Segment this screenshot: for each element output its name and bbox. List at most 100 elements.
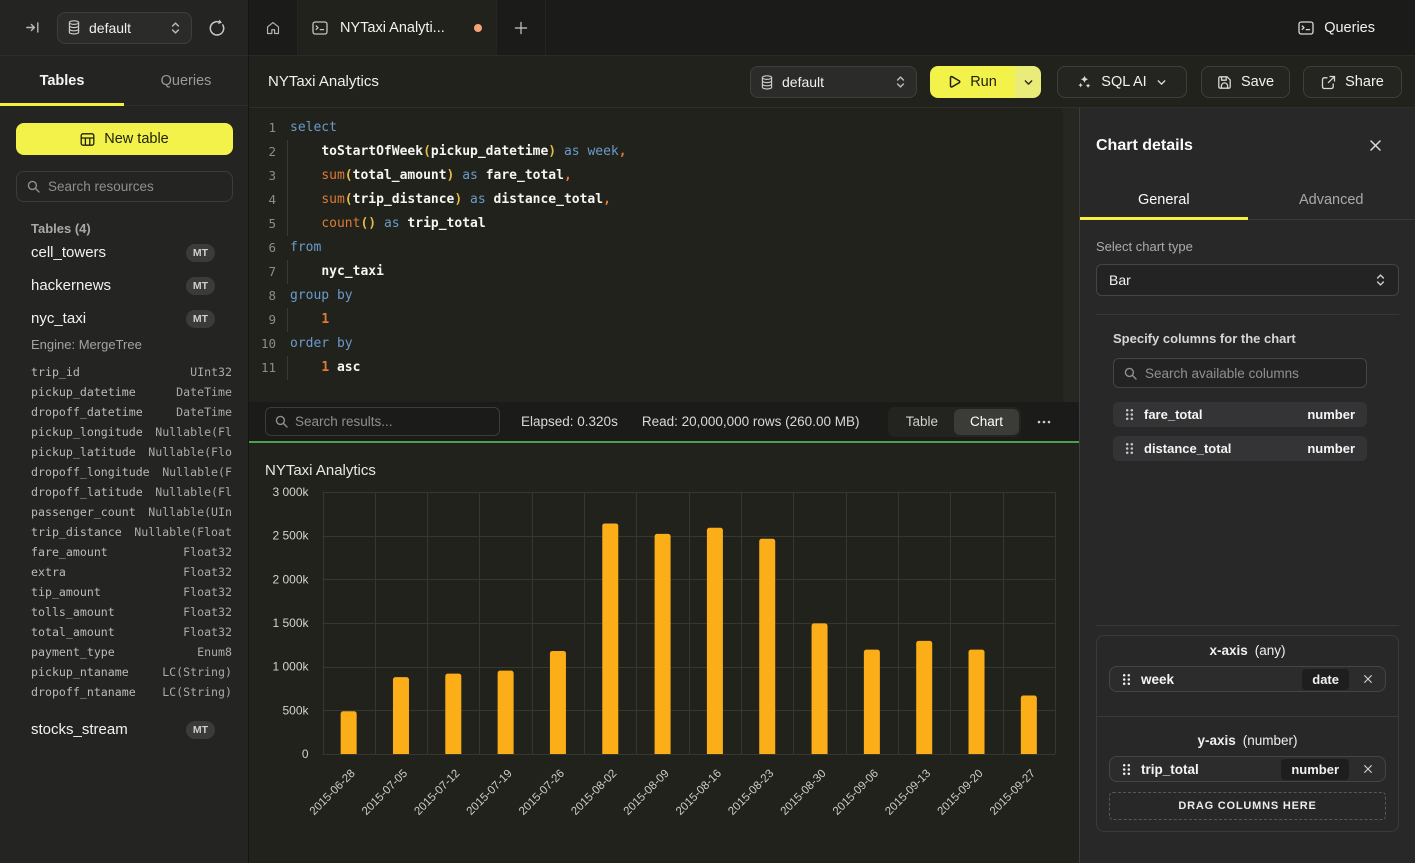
code-text: from (276, 236, 321, 260)
remove-field-icon[interactable] (1363, 764, 1373, 774)
code-text: 1 asc (276, 356, 360, 380)
code-token (329, 360, 337, 375)
line-number: 2 (249, 140, 276, 164)
save-button[interactable]: Save (1201, 66, 1290, 98)
line-number: 5 (249, 212, 276, 236)
home-tab[interactable] (249, 0, 298, 55)
table-item-nyc_taxi[interactable]: nyc_taxiMT (0, 302, 248, 335)
column-type: Float32 (183, 585, 232, 599)
column-name: tip_amount (31, 585, 101, 599)
x-axis-field-week[interactable]: weekdate (1109, 666, 1386, 692)
sql-console-app: default NYTaxi Analyti... Queries Tables… (0, 0, 1415, 863)
close-icon[interactable] (1369, 139, 1382, 152)
chart-title: NYTaxi Analytics (265, 462, 376, 479)
table-name: hackernews (31, 277, 186, 294)
chart-type-select[interactable]: Bar (1096, 264, 1399, 296)
bar (916, 641, 932, 754)
table-item-cell_towers[interactable]: cell_towersMT (0, 236, 248, 269)
drag-handle-icon (1122, 673, 1131, 686)
code-token: total_amount (353, 168, 447, 183)
plus-icon (514, 21, 528, 35)
view-tab-chart[interactable]: Chart (954, 409, 1019, 435)
bar (759, 539, 775, 754)
line-number: 9 (249, 308, 276, 332)
database-icon (68, 20, 80, 35)
line-number: 4 (249, 188, 276, 212)
database-icon (761, 75, 773, 90)
column-type: LC(String) (162, 685, 232, 699)
queries-button[interactable]: Queries (1298, 20, 1375, 36)
chart-details-panel: Chart details GeneralAdvanced Select cha… (1079, 108, 1415, 863)
terminal-icon (312, 21, 328, 35)
sidebar-tab-queries[interactable]: Queries (124, 56, 248, 105)
results-search-placeholder: Search results... (295, 414, 393, 429)
share-button[interactable]: Share (1303, 66, 1402, 98)
panel-tab-general[interactable]: General (1080, 172, 1248, 219)
editor-line: 5 count() as trip_total (249, 212, 1079, 236)
query-tab[interactable]: NYTaxi Analyti... (298, 0, 497, 55)
available-column-fare_total[interactable]: fare_totalnumber (1113, 402, 1367, 427)
code-token: ) (548, 144, 556, 159)
chevron-down-icon (1023, 77, 1034, 88)
new-table-button[interactable]: New table (16, 123, 233, 155)
code-token (376, 216, 384, 231)
query-toolbar: NYTaxi Analytics default Run SQL AI Save (249, 56, 1415, 108)
chart-type-value: Bar (1109, 272, 1375, 288)
toolbar-database-selector[interactable]: default (750, 66, 917, 98)
code-token (290, 312, 321, 327)
column-name: dropoff_longitude (31, 465, 150, 479)
refresh-icon[interactable] (208, 19, 226, 37)
run-options-button[interactable] (1015, 66, 1041, 98)
table-item-stocks_stream[interactable]: stocks_streamMT (0, 713, 248, 746)
bar (550, 651, 566, 754)
ai-sparkle-icon (1077, 75, 1092, 90)
more-options-icon[interactable] (1036, 414, 1052, 430)
line-number: 3 (249, 164, 276, 188)
column-name: dropoff_ntaname (31, 685, 136, 699)
x-tick-label: 2015-08-16 (674, 768, 724, 818)
sql-ai-button[interactable]: SQL AI (1057, 66, 1187, 98)
panel-tab-advanced[interactable]: Advanced (1248, 172, 1415, 219)
y-tick-label: 500k (282, 703, 309, 717)
new-tab-button[interactable] (497, 0, 546, 55)
results-search-input[interactable]: Search results... (265, 407, 500, 436)
sidebar-search-input[interactable]: Search resources (16, 171, 233, 202)
new-table-label: New table (104, 131, 168, 147)
chart-details-body: Select chart type Bar Specify columns fo… (1080, 239, 1415, 832)
toolbar-database-value: default (782, 74, 895, 90)
column-name: pickup_latitude (31, 445, 136, 459)
sql-editor[interactable]: 1select2 toStartOfWeek(pickup_datetime) … (249, 108, 1079, 402)
table-item-hackernews[interactable]: hackernewsMT (0, 269, 248, 302)
axis-constraint: (number) (1243, 733, 1298, 748)
code-token (290, 216, 321, 231)
column-type: Nullable(Fl (155, 425, 232, 439)
drag-handle-icon (1122, 763, 1131, 776)
bar (1021, 695, 1037, 754)
sidebar-database-selector[interactable]: default (57, 12, 192, 44)
y-axis-field-trip_total[interactable]: trip_totalnumber (1109, 756, 1386, 782)
remove-field-icon[interactable] (1363, 674, 1373, 684)
columns-search-input[interactable]: Search available columns (1113, 358, 1367, 388)
chart-panel: NYTaxi Analytics0500k1 000k1 500k2 000k2… (249, 441, 1079, 863)
line-number: 6 (249, 236, 276, 260)
chevron-up-down-icon (895, 75, 906, 89)
run-button[interactable]: Run (930, 66, 1015, 98)
view-tab-table[interactable]: Table (890, 409, 954, 435)
tables-section-label: Tables (4) (31, 221, 248, 236)
column-type: LC(String) (162, 665, 232, 679)
x-tick-label: 2015-08-23 (726, 768, 776, 818)
bar (445, 674, 461, 754)
drop-zone[interactable]: DRAG COLUMNS HERE (1109, 792, 1386, 820)
collapse-sidebar-icon[interactable] (26, 21, 39, 34)
available-column-distance_total[interactable]: distance_totalnumber (1113, 436, 1367, 461)
code-token: as (470, 192, 486, 207)
available-column-type: number (1307, 441, 1355, 456)
code-text: nyc_taxi (276, 260, 384, 284)
column-name: extra (31, 565, 66, 579)
sidebar-tab-tables[interactable]: Tables (0, 56, 124, 105)
axis-name: y-axis (1197, 733, 1235, 748)
column-row: tolls_amountFloat32 (0, 602, 248, 622)
code-text: 1 (276, 308, 329, 332)
column-name: dropoff_latitude (31, 485, 143, 499)
column-name: pickup_longitude (31, 425, 143, 439)
